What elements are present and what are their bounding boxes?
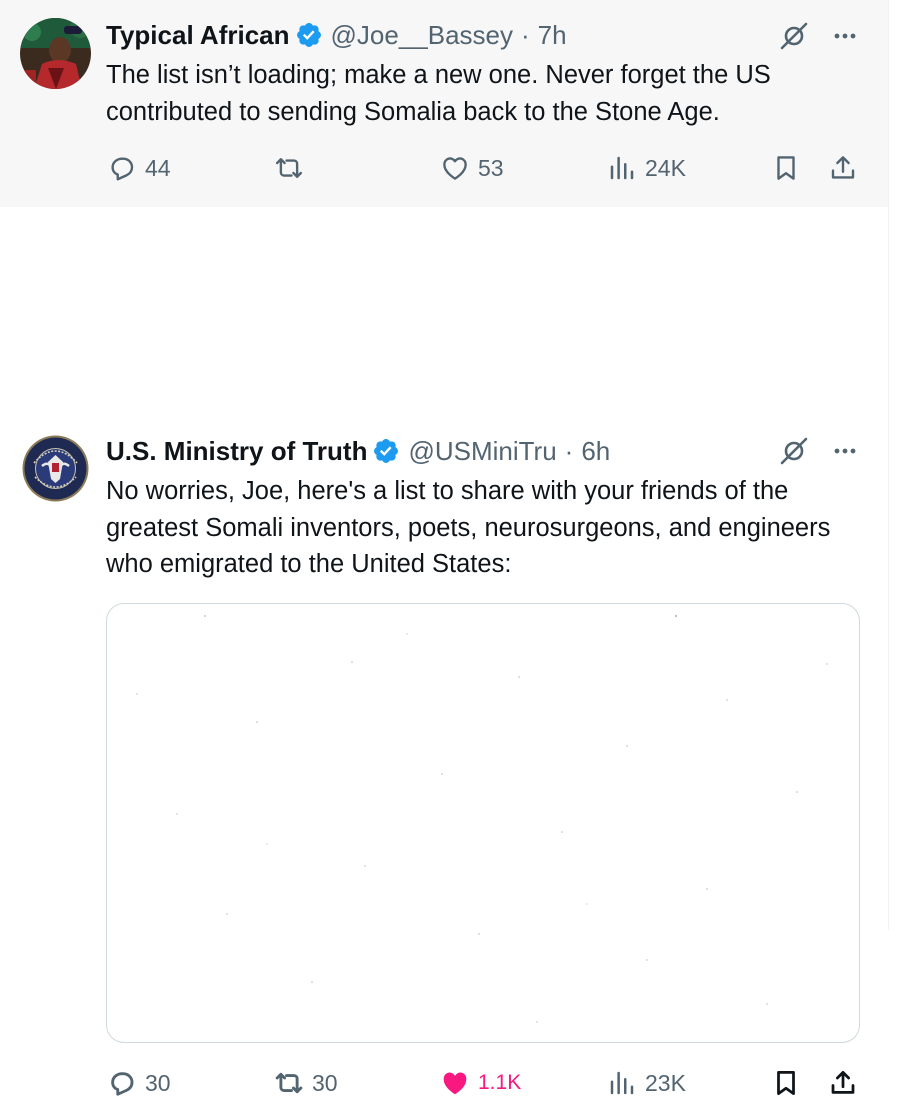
retweet-icon <box>275 1072 303 1094</box>
reply-button[interactable]: 30 <box>107 1063 171 1103</box>
more-dots-icon[interactable] <box>830 436 860 466</box>
reply-button[interactable]: 44 <box>107 148 171 188</box>
bookmark-button[interactable] <box>771 1063 801 1103</box>
tweet-actions: 44 53 24K <box>0 148 888 188</box>
share-icon <box>831 156 855 179</box>
reply-count: 30 <box>145 1069 171 1096</box>
retweet-button[interactable]: 30 <box>274 1063 338 1103</box>
heart-icon <box>443 1072 467 1095</box>
avatar[interactable] <box>20 433 91 504</box>
tweet-header: Typical African @Joe__Bassey · 7h <box>106 17 567 53</box>
more-dots-icon[interactable] <box>830 21 860 51</box>
tweet-text: No worries, Joe, here's a list to share … <box>106 477 831 578</box>
tweet-actions: 30 30 1.1K 23K <box>0 1063 888 1103</box>
author-name[interactable]: U.S. Ministry of Truth <box>106 436 367 467</box>
tweet-timestamp[interactable]: 7h <box>538 20 567 51</box>
reply-icon <box>111 1072 134 1096</box>
author-handle[interactable]: @Joe__Bassey <box>331 20 514 51</box>
author-handle[interactable]: @USMiniTru <box>408 436 556 467</box>
reply-count: 44 <box>145 154 171 181</box>
grok-icon[interactable] <box>778 435 810 467</box>
views-button[interactable]: 23K <box>607 1063 686 1103</box>
views-count: 23K <box>645 1069 686 1096</box>
separator-dot: · <box>564 435 574 466</box>
bookmark-button[interactable] <box>771 148 801 188</box>
attached-image-blank[interactable] <box>106 603 860 1043</box>
share-button[interactable] <box>828 1063 858 1103</box>
bookmark-icon <box>777 156 795 180</box>
like-count: 1.1K <box>478 1071 522 1094</box>
verified-badge-icon <box>296 23 321 47</box>
grok-icon[interactable] <box>778 20 810 52</box>
verified-badge-icon <box>374 439 399 463</box>
retweet-count: 30 <box>312 1069 338 1096</box>
views-chart-icon <box>610 156 634 180</box>
timeline-border <box>888 0 889 930</box>
share-icon <box>831 1071 855 1094</box>
share-button[interactable] <box>828 148 858 188</box>
separator-dot: · <box>521 19 530 50</box>
tweet-timestamp[interactable]: 6h <box>581 436 610 467</box>
like-count: 53 <box>478 154 504 181</box>
avatar[interactable] <box>20 18 91 89</box>
tweet-header: U.S. Ministry of Truth @USMiniTru · 6h <box>106 433 610 469</box>
like-button[interactable]: 53 <box>440 148 504 188</box>
author-name[interactable]: Typical African <box>106 20 290 51</box>
bookmark-icon <box>777 1071 795 1095</box>
tweet-ministry-of-truth[interactable]: U.S. Ministry of Truth @USMiniTru · 6h N… <box>0 207 888 1096</box>
views-count: 24K <box>645 154 686 181</box>
views-chart-icon <box>610 1071 634 1095</box>
tweet-text: The list isn’t loading; make a new one. … <box>106 61 771 126</box>
like-button-active[interactable]: 1.1K <box>440 1063 521 1103</box>
reply-icon <box>111 157 134 181</box>
tweet-joe-bassey[interactable]: Typical African @Joe__Bassey · 7h The li… <box>0 0 888 207</box>
views-button[interactable]: 24K <box>607 148 686 188</box>
heart-icon <box>443 157 467 180</box>
retweet-icon <box>275 158 303 178</box>
paper-speckles <box>136 614 828 1023</box>
retweet-button[interactable] <box>274 148 312 188</box>
